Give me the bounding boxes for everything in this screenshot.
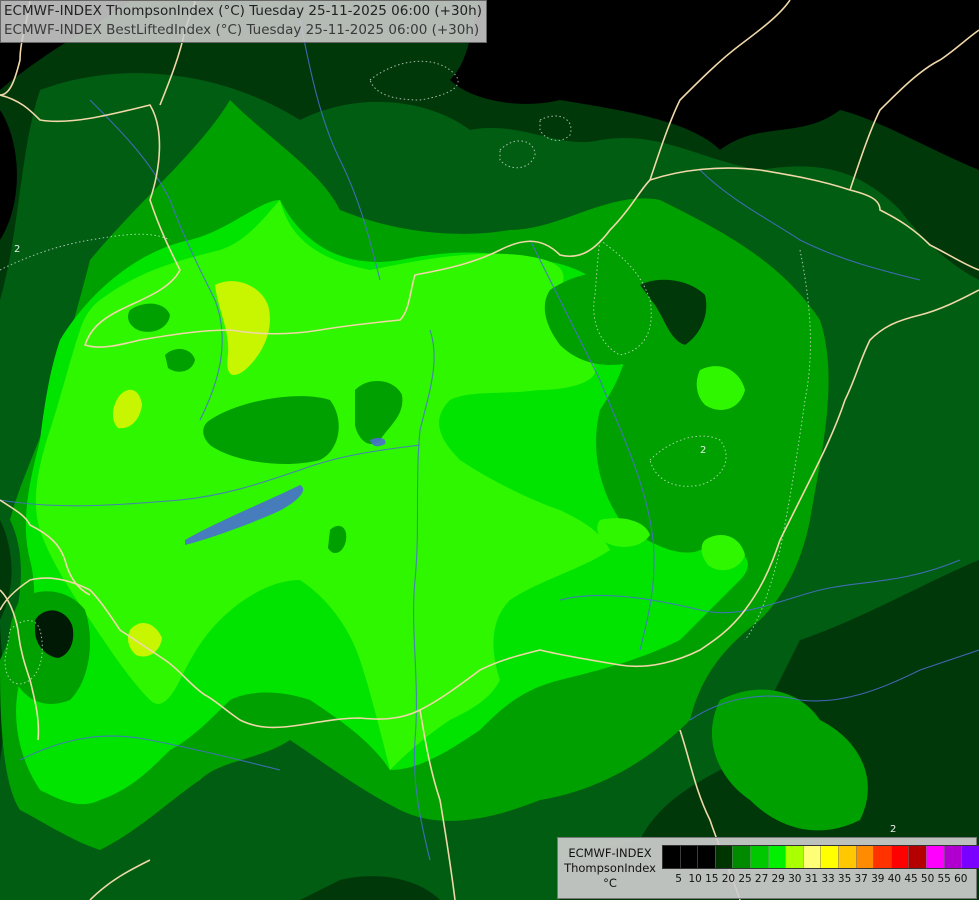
legend-title: ECMWF-INDEX ThompsonIndex °C [562, 846, 658, 891]
legend-swatch [732, 846, 750, 868]
legend-tick-label: 45 [904, 873, 918, 885]
legend-swatches [662, 845, 979, 869]
legend-tick-label: 33 [821, 873, 835, 885]
legend-tick-label: 39 [871, 873, 885, 885]
legend-tick-label: 5 [675, 873, 682, 885]
legend-swatch [890, 846, 909, 868]
legend-tick-label: 27 [754, 873, 769, 885]
title-thompson-index: ECMWF-INDEX ThompsonIndex (°C) Tuesday 2… [4, 3, 482, 19]
legend-tick-label: 15 [705, 873, 719, 885]
legend-swatch [714, 846, 733, 868]
legend-swatch [785, 846, 803, 868]
legend-swatch [820, 846, 838, 868]
legend-tick-label: 55 [937, 873, 951, 885]
legend-tick-label: 25 [738, 873, 752, 885]
legend-tick-label: 20 [721, 873, 736, 885]
weather-map: 2 2 2 [0, 0, 979, 900]
legend-tick-label: 60 [954, 873, 968, 885]
legend-ticks: 5 10 15 20 25 27 29 30 31 33 35 37 39 40 45 50 55 60 [662, 873, 974, 889]
legend-parameter: ThompsonIndex [564, 861, 656, 875]
legend-tick-label: 37 [854, 873, 868, 885]
color-legend: ECMWF-INDEX ThompsonIndex °C 5 10 15 20 25 27… [557, 837, 979, 899]
legend-tick-label: 35 [837, 873, 852, 885]
legend-tick-label: 31 [804, 873, 819, 885]
legend-tick-label: 50 [920, 873, 935, 885]
legend-swatch [908, 846, 926, 868]
map-title-box: ECMWF-INDEX ThompsonIndex (°C) Tuesday 2… [0, 0, 487, 43]
legend-swatch [767, 846, 786, 868]
contour-label: 2 [14, 244, 20, 255]
legend-swatch [663, 846, 680, 868]
legend-tick-label: 10 [688, 873, 702, 885]
contour-label: 2 [700, 445, 706, 456]
legend-swatch [697, 846, 715, 868]
legend-swatch [802, 846, 821, 868]
legend-swatch [943, 846, 962, 868]
legend-tick-label: 40 [887, 873, 902, 885]
title-best-lifted-index: ECMWF-INDEX BestLiftedIndex (°C) Tuesday… [4, 22, 480, 38]
legend-swatch [837, 846, 856, 868]
contour-label: 2 [890, 824, 896, 835]
legend-source: ECMWF-INDEX [568, 846, 652, 860]
legend-unit: °C [603, 876, 617, 890]
legend-swatch [961, 846, 979, 868]
legend-tick-label: 29 [771, 873, 785, 885]
legend-swatch [749, 846, 768, 868]
legend-swatch [873, 846, 891, 868]
legend-swatch [855, 846, 874, 868]
legend-swatch [679, 846, 698, 868]
legend-swatch [925, 846, 944, 868]
legend-tick-label: 30 [788, 873, 802, 885]
